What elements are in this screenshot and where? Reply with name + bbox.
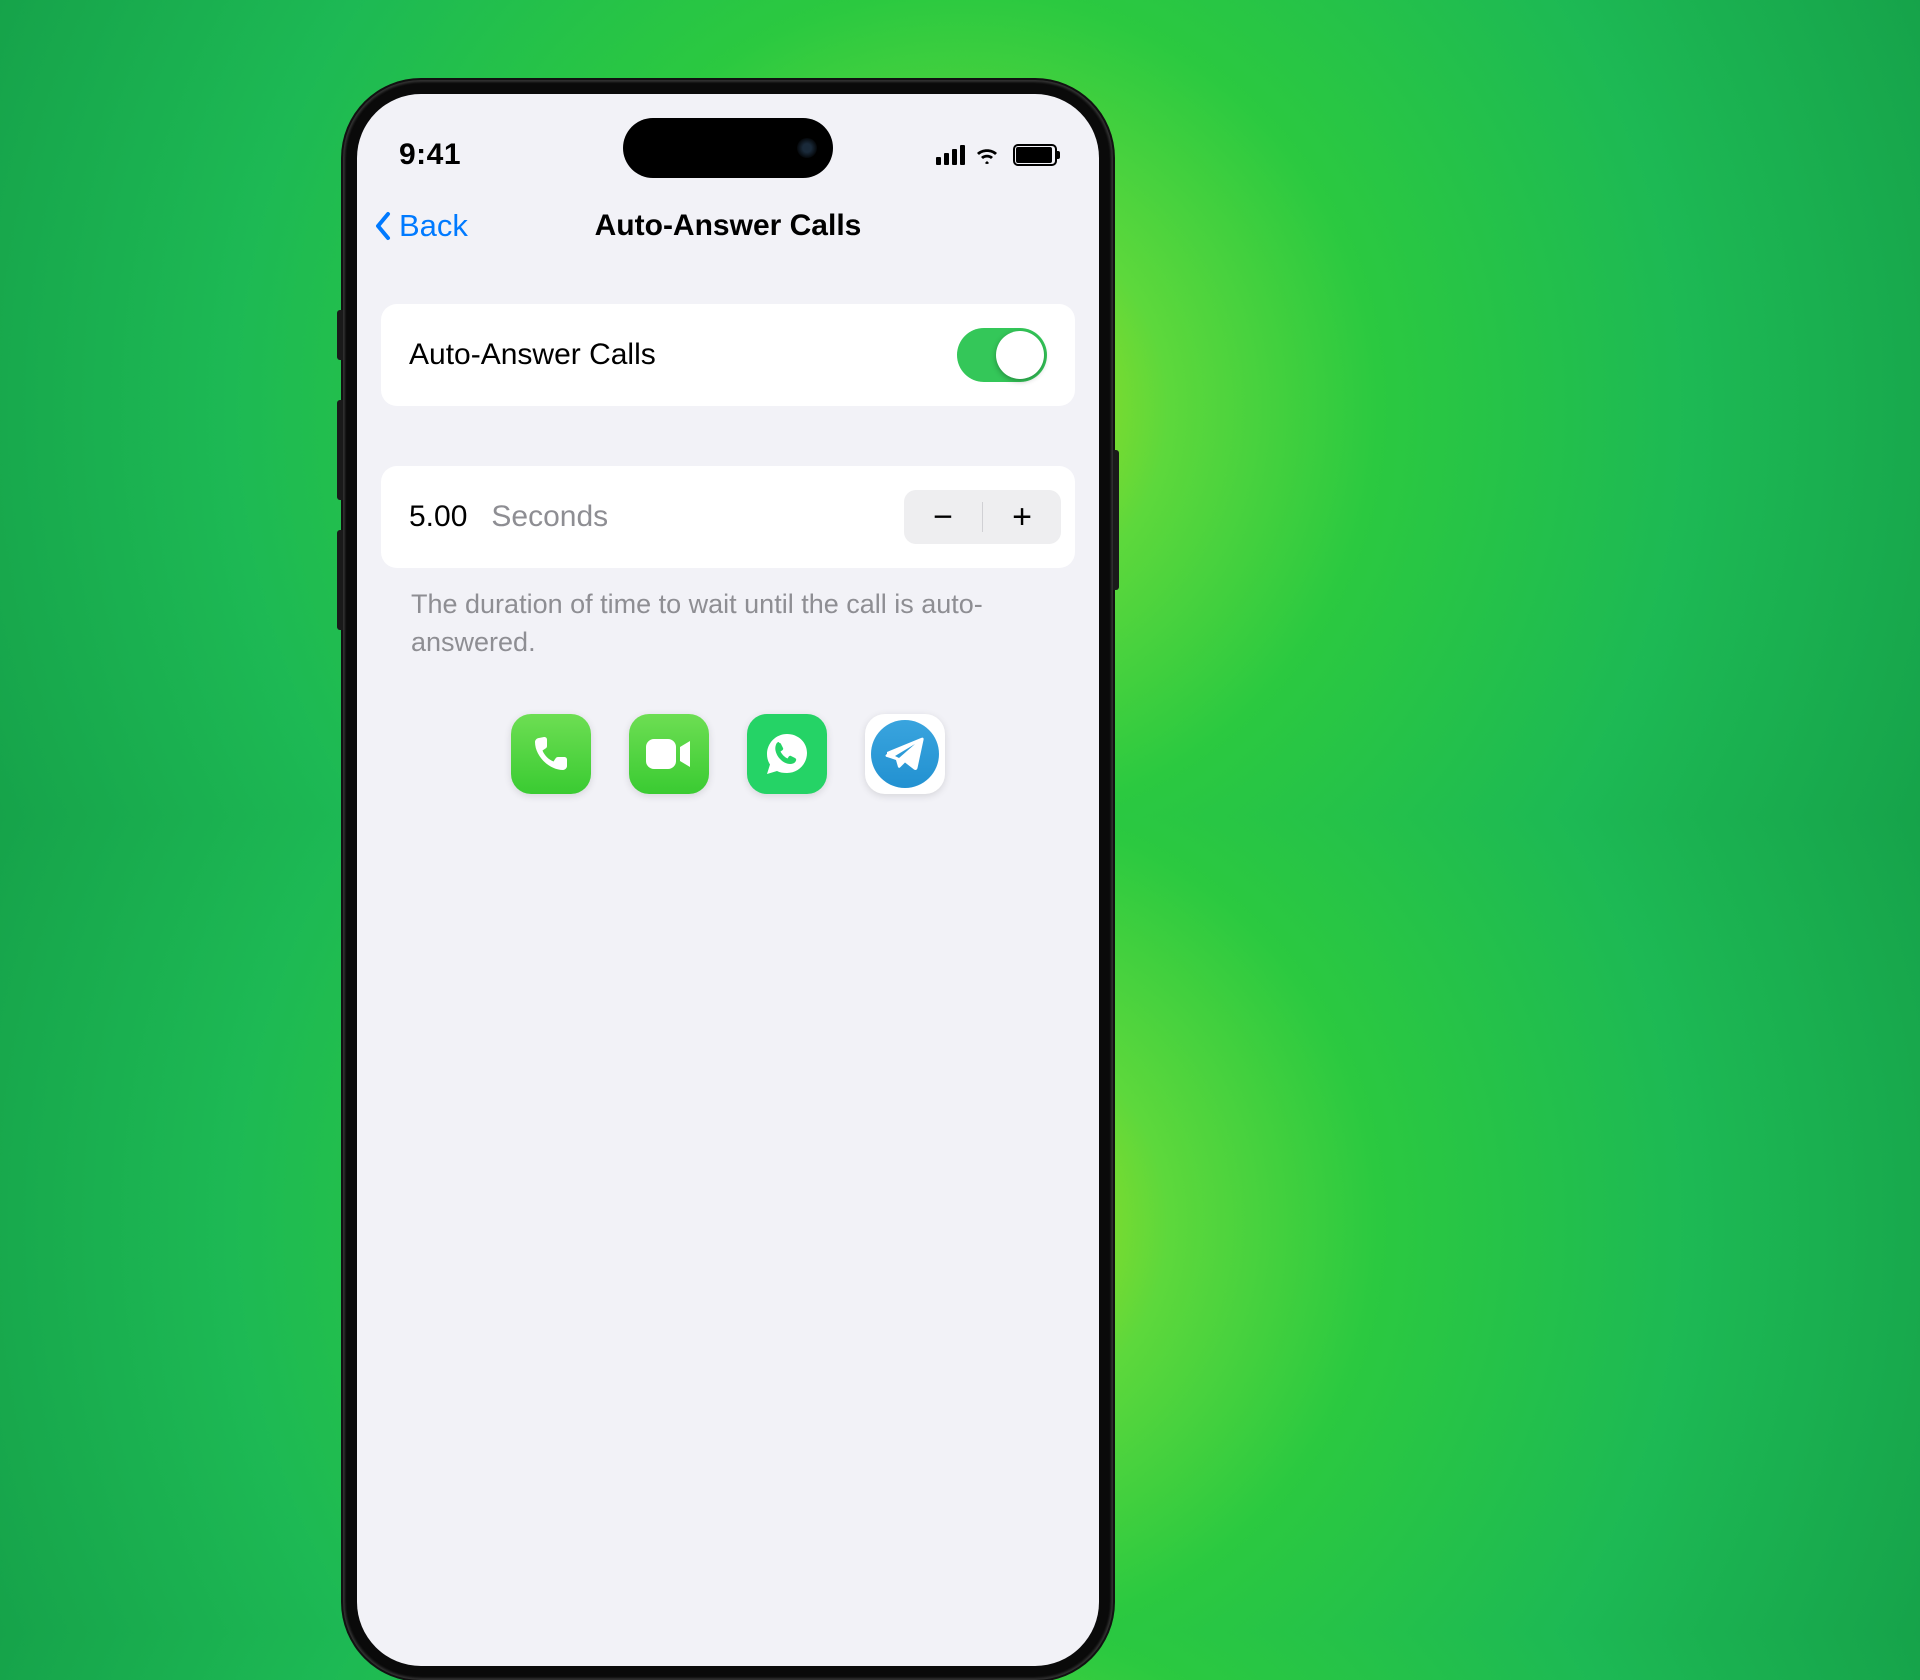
camera-lens-icon <box>797 138 817 158</box>
toggle-knob <box>996 331 1044 379</box>
whatsapp-app-icon <box>747 714 827 794</box>
back-label: Back <box>399 208 468 244</box>
status-icons <box>936 144 1057 166</box>
back-button[interactable]: Back <box>373 208 468 244</box>
duration-description: The duration of time to wait until the c… <box>381 568 1075 662</box>
toggle-row: Auto-Answer Calls <box>381 304 1075 406</box>
phone-frame: 9:41 Back Auto-Answer Calls <box>343 80 1113 1680</box>
auto-answer-toggle[interactable] <box>957 328 1047 382</box>
navigation-bar: Back Auto-Answer Calls <box>357 184 1099 264</box>
page-title: Auto-Answer Calls <box>595 209 862 243</box>
dynamic-island <box>623 118 833 178</box>
duration-unit-label: Seconds <box>491 500 904 534</box>
duration-row: 5.00 Seconds − + <box>381 466 1075 568</box>
chevron-left-icon <box>373 211 391 241</box>
duration-stepper: − + <box>904 490 1061 544</box>
volume-down-button <box>337 530 343 630</box>
battery-icon <box>1013 144 1057 166</box>
phone-screen: 9:41 Back Auto-Answer Calls <box>357 94 1099 1666</box>
cellular-signal-icon <box>936 145 965 165</box>
content-area: Auto-Answer Calls 5.00 Seconds − + The d… <box>357 264 1099 794</box>
status-time: 9:41 <box>399 138 461 172</box>
duration-value: 5.00 <box>409 500 467 534</box>
phone-app-icon <box>511 714 591 794</box>
toggle-label: Auto-Answer Calls <box>409 338 656 372</box>
stepper-plus-button[interactable]: + <box>983 490 1061 544</box>
silence-switch <box>337 310 343 360</box>
facetime-app-icon <box>629 714 709 794</box>
stepper-minus-button[interactable]: − <box>904 490 982 544</box>
telegram-app-icon <box>865 714 945 794</box>
app-icons-row <box>381 714 1075 794</box>
power-button <box>1113 450 1119 590</box>
volume-up-button <box>337 400 343 500</box>
wifi-icon <box>973 144 1001 166</box>
